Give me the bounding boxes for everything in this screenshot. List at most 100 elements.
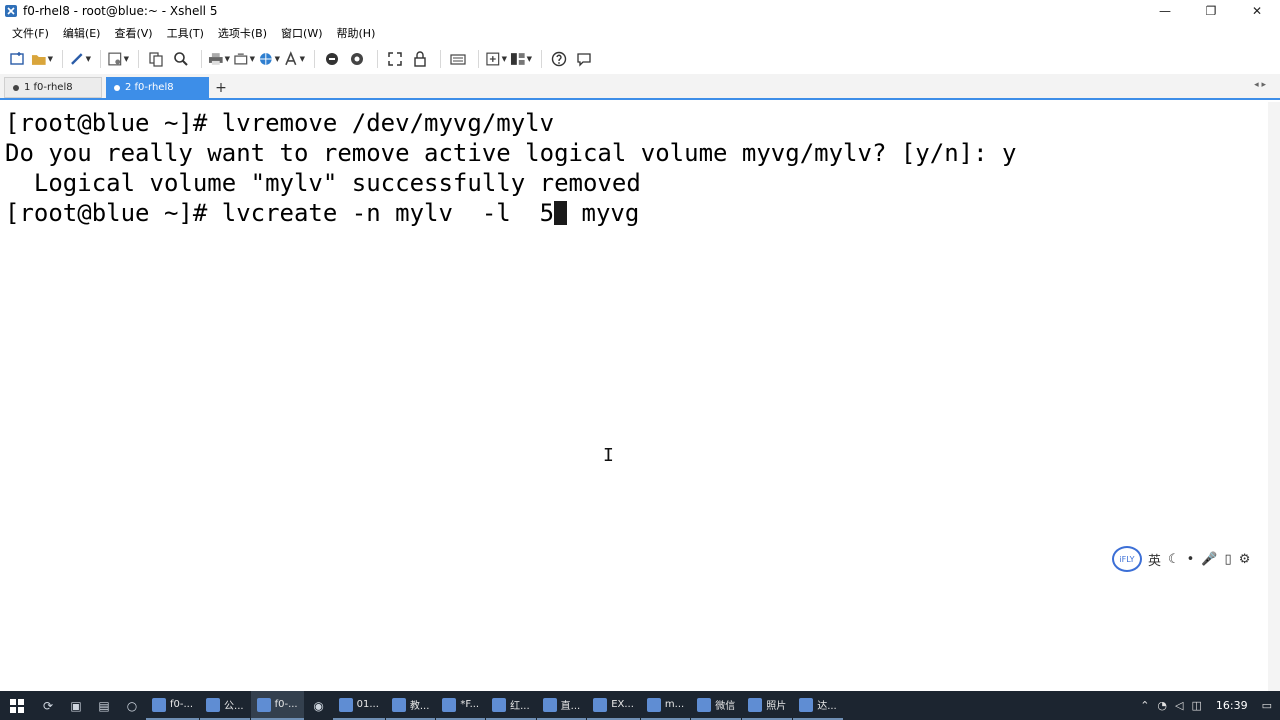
menu-tabs[interactable]: 选项卡(B) <box>218 25 267 41</box>
tab-session-2[interactable]: 2 f0-rhel8 <box>106 77 209 98</box>
menu-bar: 文件(F) 编辑(E) 查看(V) 工具(T) 选项卡(B) 窗口(W) 帮助(… <box>0 22 1280 44</box>
menu-window[interactable]: 窗口(W) <box>281 25 322 41</box>
network-icon[interactable]: ◔ <box>1157 699 1167 712</box>
terminal-line: Do you really want to remove active logi… <box>5 139 1017 167</box>
toolbar-separator <box>100 50 101 68</box>
transfer-icon[interactable]: ▼ <box>233 48 255 70</box>
status-dot-icon <box>13 84 19 91</box>
tab-scroll-arrows-icon[interactable]: ◂ ▸ <box>1254 80 1266 90</box>
open-folder-icon[interactable]: ▼ <box>31 48 53 70</box>
fullscreen-icon[interactable] <box>384 48 406 70</box>
session-tab-bar: 1 f0-rhel8 2 f0-rhel8 + ◂ ▸ <box>0 74 1280 100</box>
app-icon <box>593 697 608 712</box>
xftp-icon[interactable] <box>321 48 343 70</box>
app-icon <box>256 697 271 712</box>
add-tab-button[interactable]: + <box>212 77 230 98</box>
settings-icon[interactable]: ⚙ <box>1239 552 1251 567</box>
globe-icon[interactable]: ▼ <box>258 48 280 70</box>
terminal-line: [root@blue ~]# lvremove /dev/myvg/mylv <box>5 109 555 137</box>
circle-app-icon[interactable]: ○ <box>118 691 146 720</box>
menu-view[interactable]: 查看(V) <box>114 25 152 41</box>
disconnect-icon[interactable]: ▼ <box>69 48 91 70</box>
system-tray: ⌃ ◔ ◁ ◫ 16:39 ▭ <box>1140 691 1280 720</box>
chrome-icon[interactable]: ◉ <box>305 691 333 720</box>
notification-chevron-icon[interactable]: ⌃ <box>1140 699 1149 712</box>
app-icon <box>799 697 814 712</box>
script-icon[interactable] <box>346 48 368 70</box>
new-session-icon[interactable] <box>6 48 28 70</box>
input-method-icon[interactable]: ◫ <box>1191 699 1201 712</box>
app-icon <box>542 697 557 712</box>
restore-button[interactable]: ❐ <box>1188 0 1234 22</box>
mouse-ibeam-icon: I <box>603 445 614 466</box>
toolbar: ▼ ▼ ▼ ▼ ▼ ▼ ▼ ▼ ▼ <box>0 44 1280 74</box>
taskbar-app[interactable]: m... <box>640 691 691 720</box>
toolbar-separator <box>314 50 315 68</box>
new-tab-icon[interactable]: ▼ <box>485 48 507 70</box>
taskbar-app[interactable]: f0-... <box>250 691 304 720</box>
notification-center-icon[interactable]: ▭ <box>1262 699 1272 712</box>
tab-label: 1 f0-rhel8 <box>24 82 73 93</box>
ifly-logo-icon[interactable]: iFLY <box>1112 546 1142 572</box>
refresh-icon[interactable]: ⟳ <box>34 691 62 720</box>
tab-session-1[interactable]: 1 f0-rhel8 <box>4 77 102 98</box>
toolbar-separator <box>138 50 139 68</box>
properties-icon[interactable]: ▼ <box>107 48 129 70</box>
taskbar-app[interactable]: 达... <box>793 691 843 720</box>
font-icon[interactable]: ▼ <box>283 48 305 70</box>
copy-icon[interactable] <box>145 48 167 70</box>
menu-tools[interactable]: 工具(T) <box>167 25 204 41</box>
task-view-icon[interactable]: ▣ <box>62 691 90 720</box>
taskbar-app[interactable]: 微信 <box>691 691 742 720</box>
lock-icon[interactable] <box>409 48 431 70</box>
app-icon <box>442 697 457 712</box>
taskbar-app[interactable]: 照片 <box>742 691 793 720</box>
start-button[interactable] <box>0 691 34 720</box>
app-icon <box>391 697 406 712</box>
toolbar-separator <box>377 50 378 68</box>
app-icon <box>697 697 712 712</box>
windows-taskbar: ⟳ ▣ ▤ ○ f0-... 公... f0-... ◉ 01... 教... … <box>0 691 1280 720</box>
menu-help[interactable]: 帮助(H) <box>337 25 376 41</box>
microphone-icon[interactable]: 🎤 <box>1201 552 1217 567</box>
layout-icon[interactable]: ▼ <box>510 48 532 70</box>
help-icon[interactable] <box>548 48 570 70</box>
taskbar-app[interactable]: 直... <box>536 691 587 720</box>
taskbar-app[interactable]: 红... <box>486 691 536 720</box>
menu-file[interactable]: 文件(F) <box>12 25 49 41</box>
ime-toolbar: iFLY 英 ☾ • 🎤 ▯ ⚙ <box>1112 544 1278 574</box>
keyboard-icon[interactable]: ▯ <box>1225 552 1232 567</box>
xshell-app-icon <box>5 5 17 17</box>
toolbar-separator <box>478 50 479 68</box>
app-icon <box>748 697 763 712</box>
minimize-button[interactable]: — <box>1142 0 1188 22</box>
ime-language-toggle[interactable]: 英 <box>1148 550 1161 569</box>
chat-icon[interactable] <box>573 48 595 70</box>
taskbar-app[interactable]: EX... <box>587 691 640 720</box>
taskbar-app[interactable]: *F... <box>436 691 486 720</box>
app-icon <box>338 697 353 712</box>
moon-icon[interactable]: ☾ <box>1168 552 1180 567</box>
status-dot-icon <box>114 84 120 91</box>
app-icon <box>646 697 661 712</box>
window-title: f0-rhel8 - root@blue:~ - Xshell 5 <box>23 4 218 18</box>
terminal-scrollbar[interactable] <box>1268 102 1280 691</box>
taskbar-app[interactable]: f0-... <box>146 691 200 720</box>
punctuation-icon[interactable]: • <box>1187 552 1195 567</box>
title-bar: f0-rhel8 - root@blue:~ - Xshell 5 — ❐ ✕ <box>0 0 1280 22</box>
app-icon <box>206 697 221 712</box>
taskbar-app[interactable]: 公... <box>200 691 250 720</box>
close-button[interactable]: ✕ <box>1234 0 1280 22</box>
app-icon <box>152 697 166 712</box>
menu-edit[interactable]: 编辑(E) <box>63 25 101 41</box>
terminal-area[interactable]: [root@blue ~]# lvremove /dev/myvg/mylv D… <box>0 102 1280 691</box>
toolbar-separator <box>541 50 542 68</box>
taskbar-clock[interactable]: 16:39 <box>1216 699 1248 712</box>
app-window-icon[interactable]: ▤ <box>90 691 118 720</box>
keyboard-icon[interactable] <box>447 48 469 70</box>
taskbar-app[interactable]: 教... <box>385 691 436 720</box>
print-icon[interactable]: ▼ <box>208 48 230 70</box>
volume-icon[interactable]: ◁ <box>1175 699 1183 712</box>
taskbar-app[interactable]: 01... <box>332 691 385 720</box>
find-icon[interactable] <box>170 48 192 70</box>
